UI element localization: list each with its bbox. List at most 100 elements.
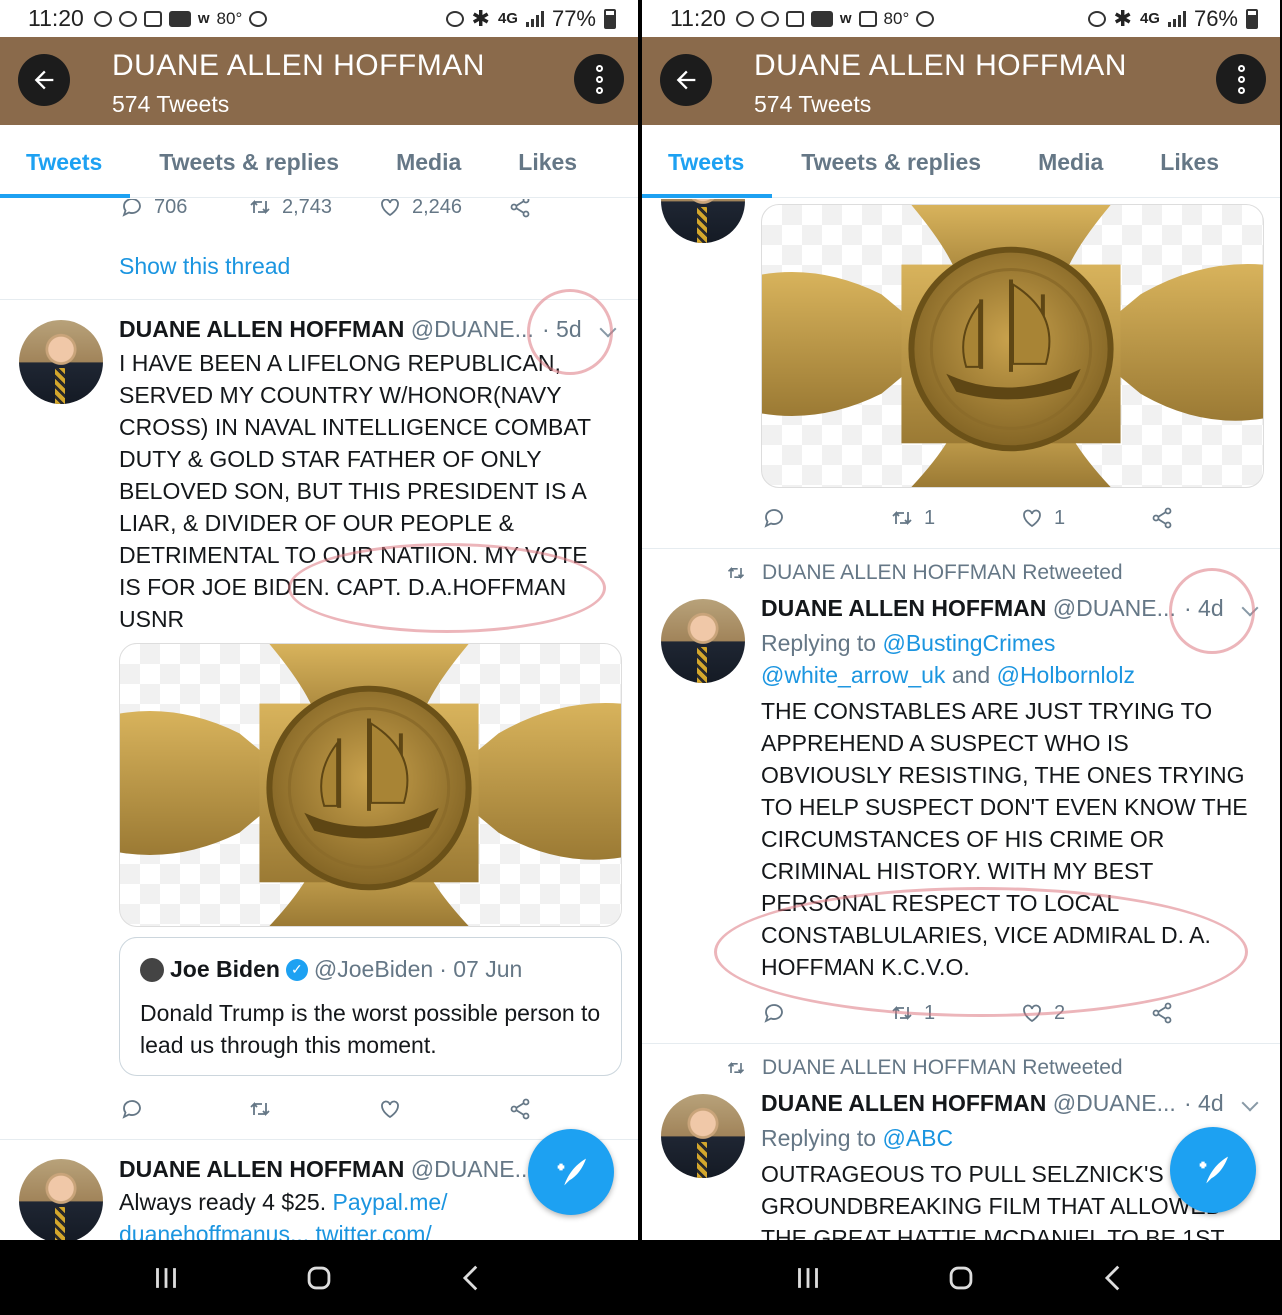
avatar[interactable] — [19, 320, 103, 404]
avatar[interactable] — [661, 199, 745, 243]
home-icon[interactable] — [302, 1261, 336, 1295]
mention-link[interactable]: @BustingCrimes — [882, 630, 1055, 656]
author-handle[interactable]: @DUANE... — [411, 316, 534, 342]
like-action[interactable]: 1 — [1020, 506, 1065, 530]
chevron-down-icon[interactable] — [599, 320, 617, 338]
like-action[interactable]: 2 — [1020, 1001, 1065, 1025]
tweet-text: Always ready 4 $25. Paypal.me/ duanehoff… — [119, 1186, 599, 1240]
reply-action[interactable]: 706 — [120, 199, 187, 219]
show-thread-link[interactable]: Show this thread — [119, 250, 290, 282]
retweet-action[interactable]: 1 — [890, 1001, 935, 1025]
tab-media[interactable]: Media — [396, 125, 461, 198]
more-button[interactable] — [1216, 54, 1266, 104]
retweet-action[interactable] — [248, 1097, 272, 1121]
reply-action[interactable] — [762, 1001, 786, 1025]
tweet-time[interactable]: · 4d — [1184, 595, 1224, 622]
chevron-down-icon[interactable] — [1241, 1094, 1259, 1112]
tab-tweets-replies[interactable]: Tweets & replies — [159, 125, 339, 198]
reply-action[interactable] — [120, 1097, 144, 1121]
medal-image — [120, 644, 621, 926]
tweet-actions: 706 2,743 2,246 — [120, 199, 540, 219]
profile-header: DUANE ALLEN HOFFMAN 574 Tweets — [642, 37, 1280, 125]
reply-icon — [764, 509, 783, 528]
back-button[interactable] — [660, 54, 712, 106]
replying-prefix: Replying to — [761, 630, 883, 656]
reply-count: 706 — [154, 199, 188, 218]
paypal-link[interactable]: Paypal.me/ — [333, 1189, 448, 1215]
back-nav-icon[interactable] — [1097, 1261, 1131, 1295]
tweet-author-line: DUANE ALLEN HOFFMAN @DUANE... — [761, 595, 1176, 622]
tweet-author-line: DUANE ALLEN HOFFMAN @DUANE... — [761, 1090, 1176, 1117]
battery-percent: 77% — [551, 5, 596, 31]
home-icon[interactable] — [944, 1261, 978, 1295]
profile-header: DUANE ALLEN HOFFMAN 574 Tweets — [0, 37, 638, 125]
tab-tweets[interactable]: Tweets — [0, 125, 131, 198]
chevron-down-icon[interactable] — [1241, 599, 1259, 617]
like-icon — [1023, 1004, 1041, 1023]
mention-link[interactable]: @white_arrow_uk — [761, 662, 945, 688]
tab-likes[interactable]: Likes — [1160, 125, 1219, 198]
author-handle[interactable]: @DUANE... — [411, 1156, 534, 1182]
tweet-time[interactable]: · 4d — [1184, 1090, 1224, 1117]
avatar[interactable] — [19, 1159, 103, 1240]
author-name[interactable]: DUANE ALLEN HOFFMAN — [119, 316, 404, 342]
reply-action[interactable] — [762, 506, 786, 530]
compose-icon — [1199, 1156, 1228, 1184]
retweet-count: 2,743 — [282, 199, 333, 218]
back-nav-icon[interactable] — [455, 1261, 489, 1295]
like-action[interactable] — [378, 1097, 402, 1121]
quoted-avatar — [140, 957, 164, 982]
share-icon — [510, 199, 530, 218]
share-action[interactable] — [1150, 1001, 1174, 1025]
tab-tweets[interactable]: Tweets — [642, 125, 773, 198]
w-icon: w — [839, 10, 852, 27]
author-name[interactable]: DUANE ALLEN HOFFMAN — [761, 595, 1046, 621]
retweet-icon — [892, 510, 912, 526]
avatar[interactable] — [661, 599, 745, 683]
tab-likes[interactable]: Likes — [518, 125, 577, 198]
tab-tweets-replies[interactable]: Tweets & replies — [801, 125, 981, 198]
tab-media[interactable]: Media — [1038, 125, 1103, 198]
author-name[interactable]: DUANE ALLEN HOFFMAN — [119, 1156, 404, 1182]
quoted-tweet[interactable]: Joe Biden ✓ @JoeBiden · 07 Jun Donald Tr… — [119, 937, 622, 1076]
app-icon — [760, 10, 779, 27]
chat-icon — [735, 10, 754, 27]
profile-tabs: Tweets Tweets & replies Media Likes — [0, 125, 638, 198]
back-button[interactable] — [18, 54, 70, 106]
avatar[interactable] — [661, 1094, 745, 1178]
share-action[interactable] — [508, 199, 532, 219]
more-button[interactable] — [574, 54, 624, 104]
mention-link[interactable]: @ABC — [882, 1125, 953, 1151]
tweet-image[interactable] — [761, 204, 1264, 488]
recent-apps-icon[interactable] — [149, 1261, 183, 1295]
retweet-count: 1 — [924, 1001, 936, 1024]
tweet-image[interactable] — [119, 643, 622, 927]
author-name[interactable]: DUANE ALLEN HOFFMAN — [761, 1090, 1046, 1116]
mention-link[interactable]: @Holbornlolz — [997, 662, 1135, 688]
bluetooth-icon: ✱ — [1113, 5, 1132, 31]
profile-name: DUANE ALLEN HOFFMAN — [112, 49, 485, 82]
retweet-icon — [250, 199, 270, 215]
share-action[interactable] — [1150, 506, 1174, 530]
recent-apps-icon[interactable] — [791, 1261, 825, 1295]
retweet-action[interactable]: 1 — [890, 506, 935, 530]
android-nav-bar — [0, 1240, 638, 1315]
medal-image — [762, 205, 1263, 487]
like-icon — [1023, 509, 1041, 528]
replying-to: Replying to @BustingCrimes @white_arrow_… — [761, 627, 1251, 691]
share-action[interactable] — [508, 1097, 532, 1121]
quoted-author-line: Joe Biden ✓ @JoeBiden · 07 Jun — [140, 956, 601, 983]
tweet-author-line: DUANE ALLEN HOFFMAN @DUANE... — [119, 1156, 534, 1183]
compose-button[interactable] — [528, 1129, 614, 1215]
like-action[interactable]: 2,246 — [378, 199, 462, 219]
twitter-link[interactable]: duanehoffmanus... twitter.com/ — [119, 1221, 432, 1240]
timeline: 1 1 DUANE ALLEN HOFFMAN Retweeted DUANE … — [642, 199, 1280, 1240]
tweet-time[interactable]: · 5d — [542, 316, 582, 343]
weather-icon — [249, 10, 268, 27]
tweet-actions — [120, 1097, 540, 1121]
retweet-action[interactable]: 2,743 — [248, 199, 332, 219]
author-handle[interactable]: @DUANE... — [1053, 595, 1176, 621]
compose-button[interactable] — [1170, 1127, 1256, 1213]
mail-icon — [143, 10, 162, 27]
author-handle[interactable]: @DUANE... — [1053, 1090, 1176, 1116]
